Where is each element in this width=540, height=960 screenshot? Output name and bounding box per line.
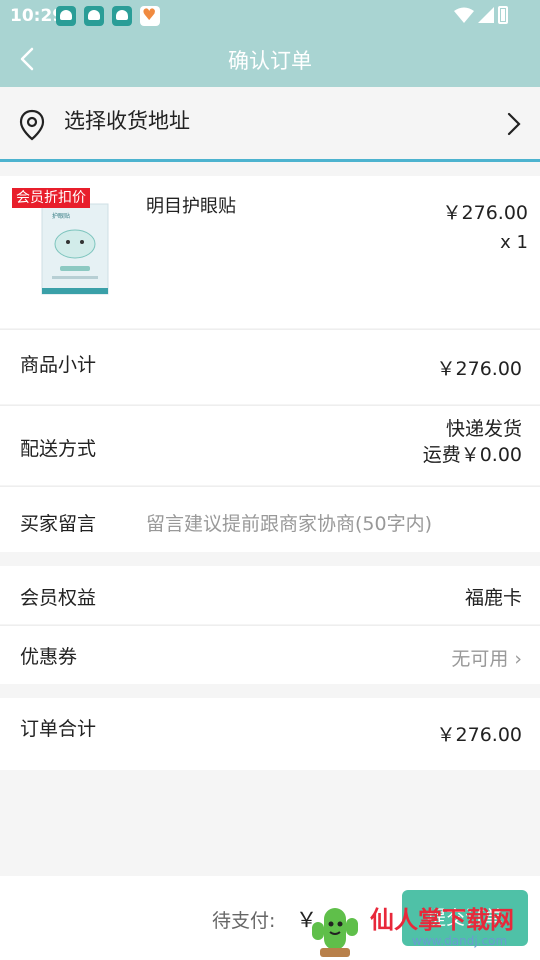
watermark-logo: 仙人掌下载网 www.dandj.com [300, 892, 540, 960]
svg-text:护眼贴: 护眼贴 [52, 212, 70, 220]
signal-icon [478, 7, 494, 23]
wifi-icon [454, 7, 474, 23]
watermark-brand: 仙人掌下载网 [370, 906, 514, 934]
product-price: ￥276.00 [442, 202, 528, 224]
product-name: 明目护眼贴 [146, 196, 236, 217]
coupon-status: 无可用 › [451, 644, 522, 671]
watermark-url: www.dandj.com [412, 934, 508, 948]
member-benefits-value: 福鹿卡 [464, 587, 522, 609]
order-total-row: 订单合计 ￥276.00 [0, 698, 540, 770]
app-notification-icon [56, 6, 76, 26]
buyer-message-row: 买家留言 留言建议提前跟商家协商(50字内) [0, 486, 540, 552]
page-title: 确认订单 [228, 49, 312, 73]
app-notification-icon [112, 6, 132, 26]
cactus-mascot-icon [312, 908, 358, 957]
coupon-row[interactable]: 优惠券 无可用 › [0, 625, 540, 684]
member-benefits-label: 会员权益 [20, 587, 97, 609]
order-total-label: 订单合计 [20, 718, 97, 740]
chevron-right-icon: › [514, 648, 522, 670]
member-discount-badge: 会员折扣价 [12, 188, 90, 208]
battery-icon [498, 6, 508, 24]
amount-due-label: 待支付: [212, 910, 276, 932]
product-item[interactable]: 护眼贴 会员折扣价 明目护眼贴 ￥276.00 x 1 [0, 176, 540, 328]
buyer-message-input[interactable]: 留言建议提前跟商家协商(50字内) [146, 509, 432, 536]
coupon-label: 优惠券 [20, 646, 78, 668]
chevron-right-icon [507, 112, 521, 136]
location-pin-icon [19, 109, 45, 141]
heart-app-icon: ♥ [140, 5, 160, 26]
buyer-message-label: 买家留言 [20, 513, 97, 535]
address-selector[interactable]: 选择收货地址 [0, 87, 540, 162]
shipping-method: 快递发货 [445, 418, 522, 440]
subtotal-label: 商品小计 [20, 354, 97, 376]
address-label: 选择收货地址 [64, 109, 190, 133]
shipping-fee: 运费￥0.00 [422, 444, 522, 466]
product-quantity: x 1 [500, 232, 528, 253]
app-notification-icon [84, 6, 104, 26]
shipping-row[interactable]: 配送方式 快递发货 运费￥0.00 [0, 405, 540, 485]
status-bar: 10:29 ♥ [0, 0, 540, 32]
shipping-info: 快递发货 运费￥0.00 [423, 416, 522, 468]
member-benefits-row[interactable]: 会员权益 福鹿卡 [0, 566, 540, 624]
subtotal-row: 商品小计 ￥276.00 [0, 329, 540, 404]
subtotal-value: ￥276.00 [436, 358, 522, 380]
shipping-label: 配送方式 [20, 438, 97, 460]
nav-bar: 确认订单 [0, 32, 540, 87]
order-total-value: ￥276.00 [436, 724, 522, 746]
coupon-value: 无可用 [451, 648, 509, 670]
